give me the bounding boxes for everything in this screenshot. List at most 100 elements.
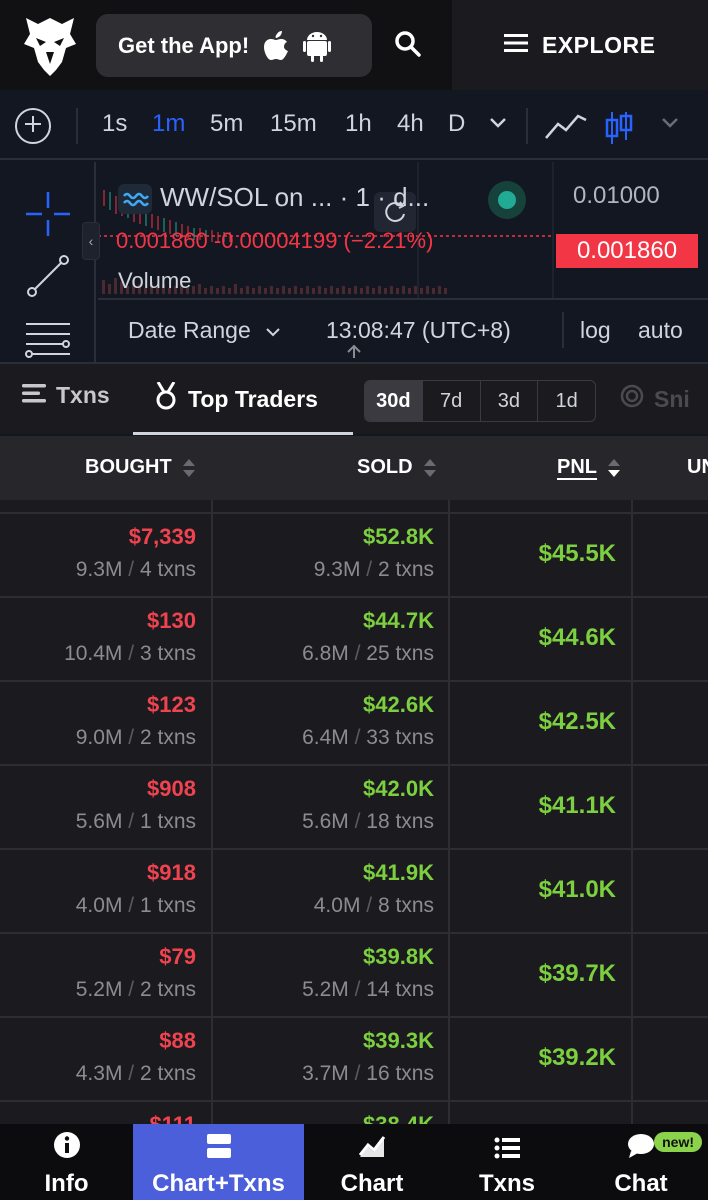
period-1d[interactable]: 1d [538, 381, 595, 421]
sold-usd: $41.9K [363, 860, 434, 885]
apple-icon [263, 30, 289, 61]
header-unrealized[interactable]: UN [687, 456, 708, 479]
target-icon [620, 384, 644, 414]
table-row[interactable]: $908 5.6M / 1 txns $42.0K 5.6M / 18 txns $41… [0, 766, 708, 850]
sold-usd: $38.4K [363, 1112, 434, 1124]
sold-amount: 9.3M [313, 558, 361, 581]
chart-type-dropdown-chevron-icon[interactable] [660, 116, 680, 135]
price-change-text: 0.001860 -0.00004199 (−2.21%) [116, 228, 434, 253]
bought-txns: 2 txns [139, 726, 196, 749]
nav-info[interactable]: Info [0, 1124, 133, 1200]
period-7d[interactable]: 7d [423, 381, 481, 421]
bought-usd: $111 [149, 1112, 196, 1124]
timeframe-toolbar: 1s 1m 5m 15m 1h 4h D [0, 92, 708, 160]
timeframe-15m[interactable]: 15m [270, 110, 317, 138]
nav-chat[interactable]: Chat new! [574, 1124, 708, 1200]
collapse-toolbar-button[interactable]: ‹ [82, 222, 100, 260]
nav-txns[interactable]: Txns [440, 1124, 574, 1200]
bought-usd: $918 [147, 860, 196, 885]
crosshair-icon[interactable] [26, 192, 70, 241]
chart-bottom-bar: Date Range 13:08:47 (UTC+8) log auto [98, 300, 708, 360]
log-scale-toggle[interactable]: log [580, 317, 611, 344]
medal-icon [154, 381, 178, 416]
sold-amount: 3.7M [302, 1062, 349, 1085]
hamburger-menu-icon [504, 32, 528, 59]
sold-detail: 9.3M / 2 txns [313, 558, 434, 581]
header-pnl[interactable]: PNL [557, 456, 621, 479]
bought-usd: $130 [147, 608, 196, 633]
table-row[interactable]: $111 $38.4K [0, 1102, 708, 1124]
date-range-button[interactable]: Date Range [128, 317, 281, 344]
list-icon [494, 1137, 520, 1166]
last-price-tag: 0.001860 [556, 234, 698, 268]
candlestick-chart-icon[interactable] [604, 110, 634, 151]
header-sold[interactable]: SOLD [357, 456, 437, 479]
bought-txns: 1 txns [139, 894, 196, 917]
bought-amount: 4.3M [75, 1062, 123, 1085]
sold-usd: $44.7K [363, 608, 434, 633]
table-row[interactable]: $123 9.0M / 2 txns $42.6K 6.4M / 33 txns $42… [0, 682, 708, 766]
search-button[interactable] [388, 24, 428, 68]
eagle-logo-icon[interactable] [22, 14, 78, 78]
tab-top-traders[interactable]: Top Traders [154, 381, 318, 416]
bought-amount: 5.2M [75, 978, 123, 1001]
period-3d[interactable]: 3d [481, 381, 539, 421]
sold-amount: 5.6M [302, 810, 349, 833]
sold-amount: 4.0M [313, 894, 361, 917]
new-badge: new! [654, 1132, 702, 1152]
nav-txns-label: Txns [478, 1170, 535, 1197]
sold-usd: $39.3K [363, 1028, 434, 1053]
period-30d[interactable]: 30d [365, 381, 423, 421]
table-row[interactable]: $79 5.2M / 2 txns $39.8K 5.2M / 14 txns $39.… [0, 934, 708, 1018]
sort-icon [423, 458, 437, 478]
pair-title[interactable]: WW/SOL on ... · 1 · d... [160, 182, 429, 213]
timeframe-1s[interactable]: 1s [102, 110, 127, 138]
explore-button[interactable]: EXPLORE [452, 0, 708, 90]
chart-icon [358, 1133, 386, 1166]
top-header: Get the App! EXPLORE [0, 0, 708, 90]
top-traders-table: $7,339 9.3M / 4 txns $52.8K 9.3M / 2 txns $4… [0, 500, 708, 1124]
chat-bubble-icon [627, 1133, 655, 1166]
bought-detail: 5.2M / 2 txns [75, 978, 196, 1001]
trend-line-icon[interactable] [26, 254, 70, 303]
get-app-button[interactable]: Get the App! [96, 14, 372, 77]
pnl-value: $44.6K [538, 624, 616, 651]
timeframe-dropdown-chevron-icon[interactable] [488, 116, 508, 135]
sold-usd: $42.0K [363, 776, 434, 801]
header-bought[interactable]: BOUGHT [85, 456, 196, 479]
table-row[interactable]: $918 4.0M / 1 txns $41.9K 4.0M / 8 txns $41.… [0, 850, 708, 934]
nav-chart[interactable]: Chart [304, 1124, 440, 1200]
table-row[interactable]: $7,339 9.3M / 4 txns $52.8K 9.3M / 2 txns $4… [0, 514, 708, 598]
bought-amount: 4.0M [75, 894, 123, 917]
nav-info-label: Info [44, 1170, 89, 1197]
sold-usd: $39.8K [363, 944, 434, 969]
sold-txns: 18 txns [366, 810, 434, 833]
bottom-bar-divider [562, 312, 564, 348]
sold-detail: 5.2M / 14 txns [302, 978, 434, 1001]
nav-chat-label: Chat [614, 1170, 668, 1197]
timeframe-1h[interactable]: 1h [345, 110, 372, 138]
table-row[interactable]: $130 10.4M / 3 txns $44.7K 6.8M / 25 txns $4… [0, 598, 708, 682]
drawing-tools-panel [0, 162, 96, 362]
timeframe-5m[interactable]: 5m [210, 110, 243, 138]
sold-amount: 5.2M [302, 978, 349, 1001]
table-row[interactable]: $88 4.3M / 2 txns $39.3K 3.7M / 16 txns $39.… [0, 1018, 708, 1102]
timeframe-4h[interactable]: 4h [397, 110, 424, 138]
add-symbol-button[interactable] [15, 108, 51, 144]
tab-txns[interactable]: Txns [22, 382, 110, 409]
bought-txns: 2 txns [139, 978, 196, 1001]
table-header: BOUGHT SOLD PNL UN [0, 436, 708, 500]
auto-scale-toggle[interactable]: auto [638, 317, 683, 344]
sold-detail: 5.6M / 18 txns [302, 810, 434, 833]
nav-chart-txns-label: Chart+Txns [152, 1170, 285, 1197]
bought-amount: 10.4M [64, 642, 123, 665]
timeframe-d[interactable]: D [448, 110, 465, 138]
get-app-label: Get the App! [118, 32, 250, 58]
line-chart-icon[interactable] [544, 110, 588, 147]
nav-chart-txns[interactable]: Chart+Txns [133, 1124, 304, 1200]
timeframe-1m[interactable]: 1m [152, 110, 185, 138]
sold-txns: 33 txns [366, 726, 434, 749]
sold-detail: 6.8M / 25 txns [302, 642, 434, 665]
tab-snipers[interactable]: Sni [620, 384, 690, 414]
fib-lines-icon[interactable] [24, 320, 72, 365]
